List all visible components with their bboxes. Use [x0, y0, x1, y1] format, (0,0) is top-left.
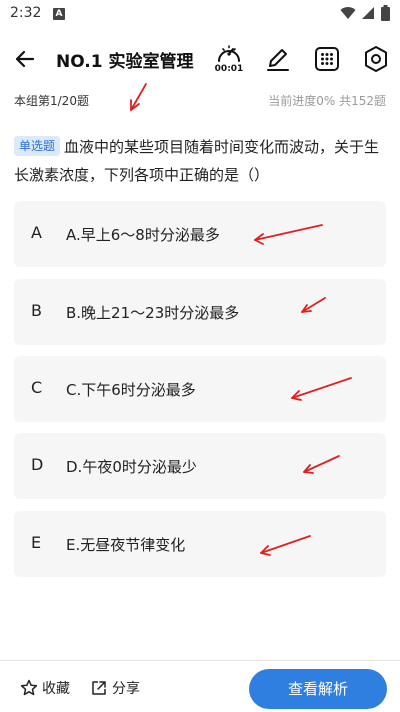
option-text: E.无昼夜节律变化: [66, 536, 186, 554]
share-label: 分享: [112, 681, 140, 697]
view-analysis-button[interactable]: 查看解析: [249, 669, 387, 709]
notification-a-icon: A: [53, 8, 65, 20]
group-counter: 本组第1/20题: [14, 94, 89, 108]
share-button[interactable]: 分享: [90, 678, 140, 698]
option-d[interactable]: D D.午夜0时分泌最少: [14, 433, 386, 499]
signal-icon: [362, 7, 374, 19]
app-bar: NO.1 实验室管理 00:01: [0, 34, 400, 84]
question-stem: 单选题 血液中的某些项目随着时间变化而波动，关于生长激素浓度，下列各项中正确的是（…: [14, 133, 388, 189]
option-b[interactable]: B B.晚上21～23时分泌最多: [14, 279, 386, 345]
option-text: C.下午6时分泌最多: [66, 381, 196, 399]
option-letter: E: [31, 533, 42, 552]
option-letter: A: [31, 223, 42, 242]
option-text: A.早上6～8时分泌最多: [66, 226, 220, 244]
option-text: D.午夜0时分泌最少: [66, 458, 197, 476]
option-letter: C: [31, 378, 43, 397]
back-arrow-icon[interactable]: [12, 46, 38, 72]
timer-readout: 00:01: [214, 64, 244, 74]
option-a[interactable]: A A.早上6～8时分泌最多: [14, 201, 386, 267]
progress-row: 本组第1/20题 当前进度0% 共152题: [0, 90, 400, 110]
wifi-icon: [340, 7, 356, 20]
status-time: 2:32: [10, 5, 42, 21]
grid-icon[interactable]: [313, 45, 341, 73]
status-bar: 2:32 A: [0, 0, 400, 28]
hexagon-settings-icon[interactable]: [362, 44, 390, 74]
timer-button[interactable]: 00:01: [214, 41, 244, 77]
stopwatch-icon: [218, 45, 240, 62]
page-title: NO.1 实验室管理: [56, 52, 194, 72]
total-questions: 共152题: [339, 94, 386, 108]
question-text: 血液中的某些项目随着时间变化而波动，关于生长激素浓度，下列各项中正确的是（）: [14, 138, 380, 184]
option-text: B.晚上21～23时分泌最多: [66, 304, 240, 322]
option-letter: B: [31, 301, 42, 320]
share-icon: [92, 681, 106, 695]
battery-icon: [381, 5, 390, 21]
favorite-label: 收藏: [42, 681, 70, 697]
question-type-badge: 单选题: [14, 136, 61, 156]
pencil-icon[interactable]: [264, 45, 292, 73]
option-c[interactable]: C C.下午6时分泌最多: [14, 356, 386, 422]
option-e[interactable]: E E.无昼夜节律变化: [14, 511, 386, 577]
option-letter: D: [31, 455, 44, 474]
progress-percent: 当前进度0%: [268, 94, 336, 108]
star-icon: [20, 679, 38, 696]
favorite-button[interactable]: 收藏: [20, 678, 70, 698]
bottom-bar: 收藏 分享 查看解析: [0, 660, 400, 712]
progress-summary: 当前进度0% 共152题: [268, 92, 386, 109]
